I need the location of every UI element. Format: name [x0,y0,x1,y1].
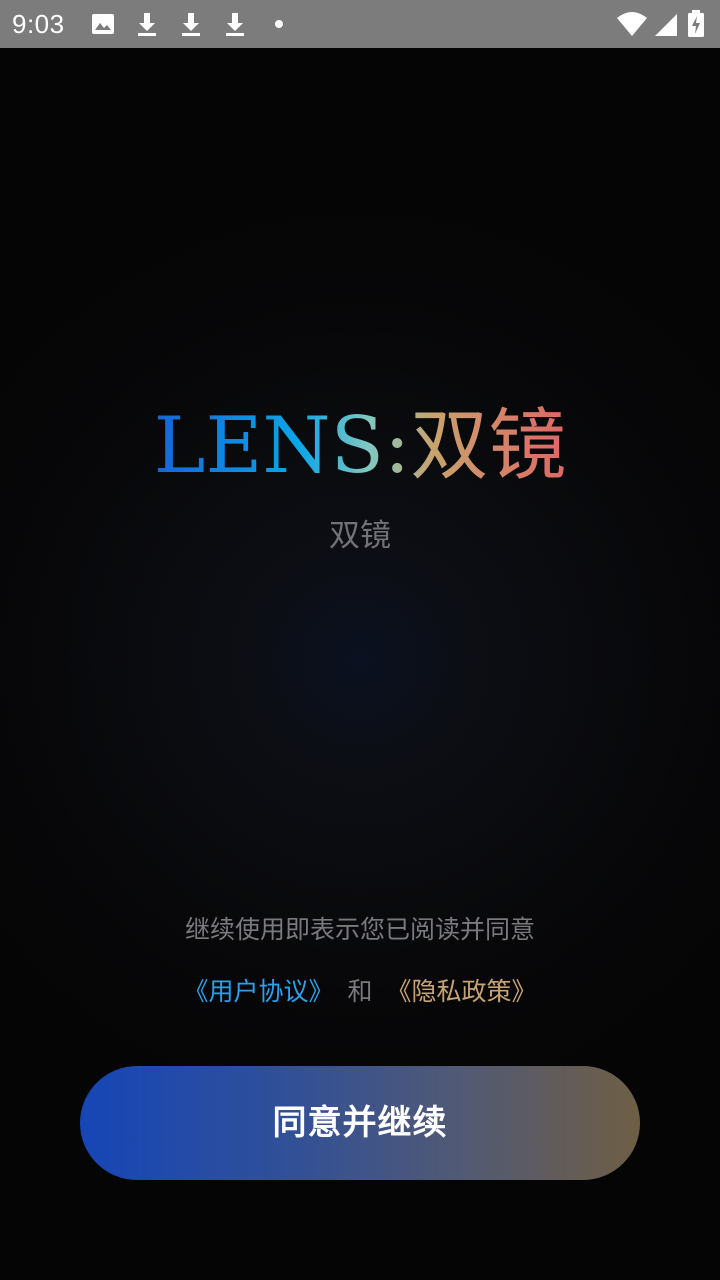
status-bar: 9:03 [0,0,720,48]
battery-charging-icon [686,10,706,38]
download-icon [221,10,249,38]
user-agreement-link[interactable]: 《用户协议》 [183,977,333,1006]
download-icon [133,10,161,38]
app-subtitle: 双镜 [329,518,391,554]
dot-icon [265,10,293,38]
agree-and-continue-button[interactable]: 同意并继续 [80,1066,640,1180]
wifi-icon [616,10,648,38]
agreement-links: 《用户协议》和《隐私政策》 [0,972,720,1012]
app-logo: LENS:双镜 [0,398,720,494]
and-text: 和 [347,977,373,1006]
download-icon [177,10,205,38]
agreement-notice: 继续使用即表示您已阅读并同意 [184,915,535,944]
status-time: 9:03 [12,9,65,39]
app-logo-text: LENS:双镜 [153,401,567,491]
privacy-policy-link[interactable]: 《隐私政策》 [387,977,537,1006]
splash-screen: 9:03 LENS:双镜 双镜 继续使用即表示您已阅读并同意 《用户协议》 和 … [0,0,720,1280]
image-icon [89,10,117,38]
signal-icon [652,10,680,38]
